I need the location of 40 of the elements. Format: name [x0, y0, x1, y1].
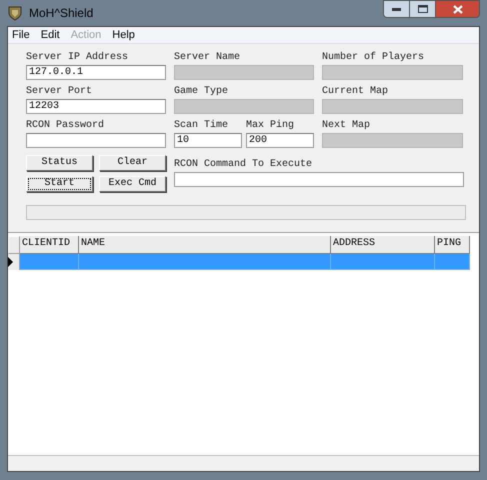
close-button[interactable]: [436, 0, 480, 18]
table-cell[interactable]: [79, 254, 331, 270]
field-label: Number of Players: [322, 52, 426, 64]
field-label: RCON Password: [26, 120, 106, 132]
maximize-icon: [418, 5, 428, 13]
column-header[interactable]: CLIENTID: [20, 236, 79, 254]
field-label: Current Map: [322, 86, 390, 98]
table-cell[interactable]: [435, 254, 470, 270]
input-field[interactable]: 127.0.0.1: [26, 65, 166, 80]
menu-item[interactable]: Edit: [40, 26, 60, 44]
shield-icon: [7, 5, 23, 21]
field-label: Server Port: [26, 86, 94, 98]
input-field[interactable]: 10: [174, 133, 242, 148]
menu-item[interactable]: Help: [112, 26, 135, 44]
field-label: RCON Command To Execute: [174, 159, 314, 171]
field-label: Server Name: [174, 52, 242, 64]
input-field[interactable]: 200: [246, 133, 314, 148]
minimize-icon: [392, 8, 401, 10]
table-cell[interactable]: [331, 254, 435, 270]
action-button[interactable]: Status: [26, 155, 93, 171]
input-field[interactable]: [26, 133, 166, 148]
column-header[interactable]: PING: [435, 236, 470, 254]
minimize-button[interactable]: [383, 0, 410, 18]
column-header[interactable]: NAME: [79, 236, 331, 254]
menu-item[interactable]: File: [12, 26, 30, 44]
action-button[interactable]: Start: [26, 176, 93, 192]
column-header[interactable]: ADDRESS: [331, 236, 435, 254]
action-button[interactable]: Clear: [99, 155, 166, 171]
field-label: Next Map: [322, 120, 372, 132]
field-label: Scan Time: [174, 120, 230, 132]
window-title: MoH^Shield: [29, 5, 94, 22]
command-field[interactable]: [174, 172, 464, 187]
maximize-button[interactable]: [410, 0, 436, 18]
field-label: Game Type: [174, 86, 230, 98]
field-label: Server IP Address: [26, 52, 130, 64]
input-field[interactable]: 12203: [26, 99, 166, 114]
close-icon: [452, 4, 462, 14]
table-cell[interactable]: [20, 254, 79, 270]
field-label: Max Ping: [246, 120, 296, 132]
action-button[interactable]: Exec Cmd: [99, 176, 166, 192]
